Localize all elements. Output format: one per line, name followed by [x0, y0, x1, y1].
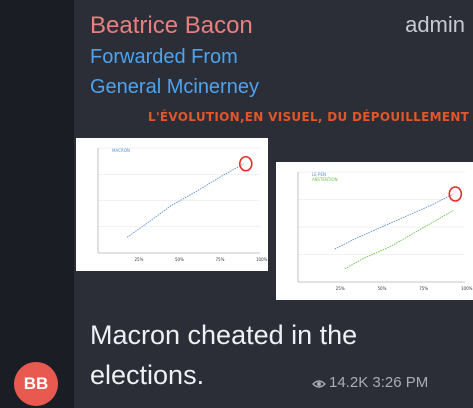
- x-tick-label: 50%: [378, 286, 387, 291]
- message-text-line-1: Macron cheated in the: [90, 320, 358, 350]
- x-tick-label: 75%: [419, 286, 428, 291]
- legend-entry: MACRON: [112, 148, 130, 153]
- message-time: 3:26 PM: [372, 374, 429, 391]
- x-tick-label: 75%: [216, 257, 225, 262]
- x-tick-label: 25%: [135, 257, 144, 262]
- message-meta: 14.2K 3:26 PM: [312, 374, 428, 393]
- admin-badge: admin: [405, 12, 465, 37]
- image-caption: L'ÉVOLUTION,EN VISUEL, DU DÉPOUILLEMENT: [148, 110, 470, 124]
- x-tick-label: 100%: [461, 286, 473, 291]
- chart-image-1[interactable]: 25% 50% 75% 100% MACRON: [76, 138, 268, 271]
- x-tick-label: 25%: [336, 286, 345, 291]
- sender-name[interactable]: Beatrice Bacon: [90, 12, 253, 40]
- red-circle-marker: [239, 155, 253, 172]
- chart-image-2[interactable]: 25% 50% 75% 100% LE PEN ABSTENTION: [276, 162, 473, 300]
- x-tick-label: 50%: [175, 257, 184, 262]
- forwarded-label[interactable]: Forwarded From: [90, 46, 238, 69]
- avatar[interactable]: BB: [14, 362, 58, 406]
- forwarded-source[interactable]: General Mcinerney: [90, 76, 259, 99]
- chart-2: 25% 50% 75% 100%LE PENABSTENTION: [297, 171, 473, 291]
- legend-entry: ABSTENTION: [312, 177, 338, 182]
- series-line: [334, 193, 454, 250]
- red-circle-marker: [448, 186, 463, 202]
- message-text-line-2: elections.: [90, 360, 205, 390]
- view-count: 14.2K: [329, 374, 369, 391]
- x-tick-label: 100%: [256, 257, 268, 262]
- eye-icon: [312, 376, 326, 393]
- chart-1: 25% 50% 75% 100% MACRON: [97, 147, 268, 262]
